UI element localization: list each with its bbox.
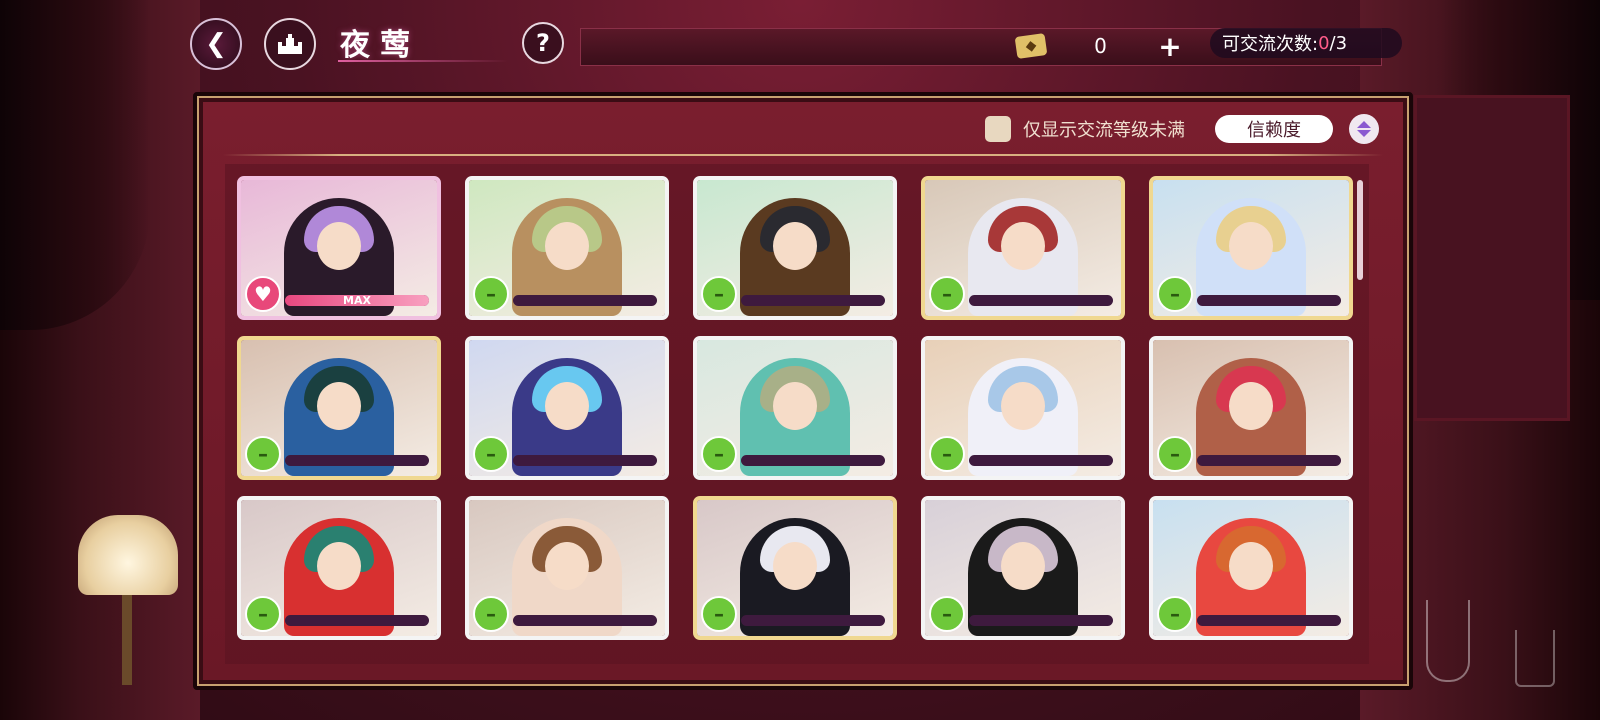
character-face bbox=[545, 542, 589, 590]
lamp-stand bbox=[122, 595, 132, 685]
neutral-face-icon: – bbox=[245, 436, 281, 472]
neutral-face-icon: – bbox=[473, 276, 509, 312]
neutral-face-icon: – bbox=[1157, 596, 1193, 632]
sort-up-icon bbox=[1357, 121, 1371, 128]
character-card[interactable]: – bbox=[693, 496, 897, 640]
neutral-face-icon: – bbox=[701, 596, 737, 632]
character-card[interactable]: – bbox=[693, 176, 897, 320]
character-card[interactable]: – bbox=[1149, 336, 1353, 480]
character-card[interactable]: – bbox=[465, 176, 669, 320]
exchange-count: 可交流次数: 0 /3 bbox=[1210, 28, 1402, 58]
table-lamp-icon bbox=[78, 515, 178, 595]
character-grid-container: ♥ MAX – – – – – – – – – – – – – – bbox=[225, 164, 1369, 664]
character-card[interactable]: – bbox=[465, 496, 669, 640]
character-card[interactable]: – bbox=[237, 496, 441, 640]
affinity-bar: MAX bbox=[285, 294, 429, 307]
character-face bbox=[1229, 382, 1273, 430]
cocktail-glass-icon bbox=[1426, 600, 1470, 682]
currency-value: 0 bbox=[1094, 34, 1107, 58]
title-underline bbox=[338, 60, 508, 62]
character-face bbox=[317, 222, 361, 270]
neutral-face-icon: – bbox=[473, 596, 509, 632]
exchange-used: 0 bbox=[1318, 32, 1330, 54]
help-button[interactable]: ? bbox=[522, 22, 564, 64]
divider bbox=[223, 154, 1383, 156]
affinity-bar bbox=[513, 615, 657, 626]
affinity-bar bbox=[285, 455, 429, 466]
affinity-bar bbox=[1197, 295, 1341, 306]
character-face bbox=[545, 222, 589, 270]
affinity-bar bbox=[513, 455, 657, 466]
neutral-face-icon: – bbox=[929, 436, 965, 472]
character-face bbox=[317, 542, 361, 590]
character-card[interactable]: – bbox=[921, 336, 1125, 480]
affinity-bar bbox=[741, 615, 885, 626]
sort-down-icon bbox=[1357, 130, 1371, 137]
affinity-bar bbox=[285, 615, 429, 626]
character-card[interactable]: – bbox=[1149, 496, 1353, 640]
character-face bbox=[773, 222, 817, 270]
back-arrow-icon: ❮ bbox=[205, 29, 227, 59]
neutral-face-icon: – bbox=[245, 596, 281, 632]
sort-order-button[interactable] bbox=[1349, 114, 1379, 144]
character-card[interactable]: ♥ MAX bbox=[237, 176, 441, 320]
character-card[interactable]: – bbox=[465, 336, 669, 480]
filter-row: 仅显示交流等级未满 信赖度 bbox=[985, 114, 1379, 144]
affinity-bar bbox=[969, 295, 1113, 306]
add-currency-button[interactable]: + bbox=[1155, 30, 1185, 63]
affinity-label: MAX bbox=[343, 294, 371, 307]
scrollbar[interactable] bbox=[1357, 180, 1363, 280]
neutral-face-icon: – bbox=[929, 596, 965, 632]
character-face bbox=[773, 542, 817, 590]
character-face bbox=[1001, 222, 1045, 270]
neutral-face-icon: – bbox=[701, 436, 737, 472]
character-panel: 仅显示交流等级未满 信赖度 ♥ MAX – – – – – – – – – – – – – – bbox=[193, 92, 1413, 690]
heart-eyes-icon: ♥ bbox=[245, 276, 281, 312]
castle-icon bbox=[278, 34, 302, 54]
sort-dropdown[interactable]: 信赖度 bbox=[1215, 115, 1333, 143]
water-glass-icon bbox=[1515, 630, 1555, 687]
character-card[interactable]: – bbox=[921, 176, 1125, 320]
character-card[interactable]: – bbox=[921, 496, 1125, 640]
filter-checkbox[interactable] bbox=[985, 116, 1011, 142]
neutral-face-icon: – bbox=[929, 276, 965, 312]
back-button[interactable]: ❮ bbox=[190, 18, 242, 70]
exchange-total: /3 bbox=[1329, 32, 1348, 54]
character-grid: ♥ MAX – – – – – – – – – – – – – – bbox=[237, 176, 1353, 640]
home-button[interactable] bbox=[264, 18, 316, 70]
ticket-icon: ◆ bbox=[1014, 33, 1048, 59]
neutral-face-icon: – bbox=[473, 436, 509, 472]
character-face bbox=[1001, 382, 1045, 430]
character-face bbox=[773, 382, 817, 430]
character-card[interactable]: – bbox=[1149, 176, 1353, 320]
page-title: 夜莺 bbox=[340, 28, 420, 63]
affinity-bar bbox=[741, 295, 885, 306]
neutral-face-icon: – bbox=[701, 276, 737, 312]
currency-display: ◆ 0 + bbox=[1010, 28, 1185, 64]
affinity-bar bbox=[1197, 615, 1341, 626]
character-face bbox=[1229, 542, 1273, 590]
affinity-bar bbox=[1197, 455, 1341, 466]
character-face bbox=[317, 382, 361, 430]
character-face bbox=[1229, 222, 1273, 270]
affinity-bar bbox=[513, 295, 657, 306]
top-bar: ❮ 夜莺 ? ◆ 0 + 可交流次数: 0 /3 bbox=[170, 14, 1430, 72]
affinity-bar bbox=[969, 615, 1113, 626]
filter-checkbox-label[interactable]: 仅显示交流等级未满 bbox=[1023, 116, 1185, 142]
character-card[interactable]: – bbox=[237, 336, 441, 480]
neutral-face-icon: – bbox=[1157, 436, 1193, 472]
affinity-bar bbox=[969, 455, 1113, 466]
character-card[interactable]: – bbox=[693, 336, 897, 480]
wall-panel-decoration bbox=[1414, 95, 1570, 421]
exchange-label: 可交流次数: bbox=[1222, 34, 1319, 55]
character-face bbox=[1001, 542, 1045, 590]
affinity-bar bbox=[741, 455, 885, 466]
character-face bbox=[545, 382, 589, 430]
neutral-face-icon: – bbox=[1157, 276, 1193, 312]
